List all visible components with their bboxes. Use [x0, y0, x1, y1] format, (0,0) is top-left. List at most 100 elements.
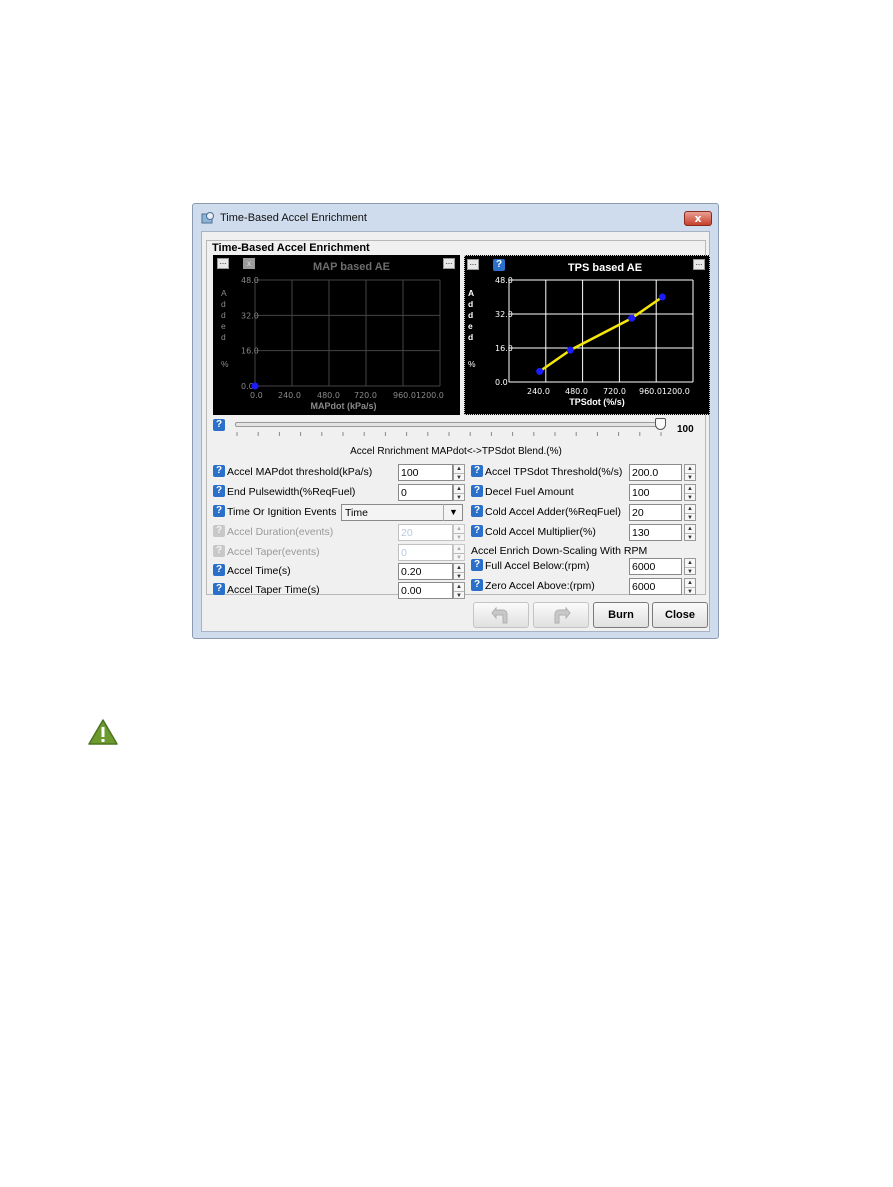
spin-up-icon[interactable]: ▲ — [685, 505, 695, 513]
spin-down-icon[interactable]: ▼ — [685, 513, 695, 521]
map-ae-plot: MAP based AE48.032.016.00.00.0 240.0 480.0… — [221, 261, 444, 411]
warning-icon — [88, 719, 118, 745]
help-icon-time-or-events[interactable]: ? — [213, 505, 225, 517]
spin-down-icon[interactable]: ▼ — [454, 493, 464, 501]
tps-ae-chart[interactable]: TPS based AE 48.0 32.0 16.0 0.0 240.0 480.0 720… — [464, 255, 710, 415]
cold-accel-adder-input[interactable]: 20 — [629, 504, 682, 521]
cold-accel-adder-spinner[interactable]: ▲ ▼ — [684, 504, 696, 521]
spin-down-icon[interactable]: ▼ — [685, 533, 695, 541]
spin-down-icon[interactable]: ▼ — [454, 572, 464, 580]
y-axis-label-letter: d — [468, 299, 473, 309]
help-icon-end-pulsewidth[interactable]: ? — [213, 485, 225, 497]
help-icon-cold-accel-multiplier[interactable]: ? — [471, 525, 483, 537]
mapdot-threshold-input[interactable]: 100 — [398, 464, 453, 481]
mapdot-threshold-spinner[interactable]: ▲ ▼ — [453, 464, 465, 481]
spin-up-icon[interactable]: ▲ — [685, 579, 695, 587]
end-pulsewidth-label: End Pulsewidth(%ReqFuel) — [227, 486, 356, 498]
end-pulsewidth-input[interactable]: 0 — [398, 484, 453, 501]
tpsdot-threshold-spinner[interactable]: ▲ ▼ — [684, 464, 696, 481]
burn-button[interactable]: Burn — [593, 602, 649, 628]
tpsdot-threshold-input[interactable]: 200.0 — [629, 464, 682, 481]
full-accel-below-label: Full Accel Below:(rpm) — [485, 560, 590, 572]
accel-time-spinner[interactable]: ▲ ▼ — [453, 563, 465, 580]
x-tick-label: 720.0 — [354, 391, 377, 400]
spin-down-icon[interactable]: ▼ — [454, 591, 464, 599]
end-pulsewidth-spinner[interactable]: ▲ ▼ — [453, 484, 465, 501]
spin-down-icon[interactable]: ▼ — [685, 473, 695, 481]
zero-accel-above-spinner[interactable]: ▲ ▼ — [684, 578, 696, 595]
help-icon-full-accel-below[interactable]: ? — [471, 559, 483, 571]
title-bar[interactable]: Time-Based Accel Enrichment x — [193, 204, 718, 231]
spin-down-icon: ▼ — [454, 553, 464, 561]
full-accel-below-input[interactable]: 6000 — [629, 558, 682, 575]
y-tick-label: 0.0 — [495, 378, 508, 387]
decel-fuel-spinner[interactable]: ▲ ▼ — [684, 484, 696, 501]
spin-up-icon[interactable]: ▲ — [454, 465, 464, 473]
help-icon-decel-fuel[interactable]: ? — [471, 485, 483, 497]
spin-up-icon: ▲ — [456, 526, 462, 532]
accel-duration-spinner: ▲ ▼ — [453, 524, 465, 541]
y-tick-label: 48.0 — [241, 276, 259, 285]
spin-up-icon[interactable]: ▲ — [454, 564, 464, 572]
help-icon-accel-time[interactable]: ? — [213, 564, 225, 576]
help-icon-zero-accel-above[interactable]: ? — [471, 579, 483, 591]
map-chart-menu-button[interactable]: ... — [217, 258, 229, 269]
blend-slider-track[interactable] — [235, 422, 660, 427]
y-tick-label: 48.0 — [495, 276, 513, 285]
spin-up-icon: ▲ — [456, 546, 462, 552]
map-chart-close-button[interactable]: x — [243, 258, 255, 269]
chart-title: TPS based AE — [568, 262, 642, 274]
spin-up-icon[interactable]: ▲ — [454, 485, 464, 493]
dropdown-arrow-icon[interactable]: ▼ — [443, 504, 463, 521]
zero-accel-above-input[interactable]: 6000 — [629, 578, 682, 595]
spin-up-icon[interactable]: ▲ — [685, 525, 695, 533]
accel-time-input[interactable]: 0.20 — [398, 563, 453, 580]
y-tick-label: 16.0 — [495, 344, 513, 353]
data-point — [566, 346, 574, 354]
tps-chart-options-button[interactable]: ... — [693, 259, 705, 270]
help-icon-mapdot-threshold[interactable]: ? — [213, 465, 225, 477]
accel-taper-time-spinner[interactable]: ▲ ▼ — [453, 582, 465, 599]
redo-icon — [554, 606, 571, 624]
close-button[interactable]: Close — [652, 602, 708, 628]
accel-duration-input: 20 — [398, 524, 453, 541]
map-chart-options-button[interactable]: ... — [443, 258, 455, 269]
spin-down-icon[interactable]: ▼ — [685, 587, 695, 595]
decel-fuel-input[interactable]: 100 — [629, 484, 682, 501]
spin-up-icon[interactable]: ▲ — [685, 559, 695, 567]
cold-accel-multiplier-spinner[interactable]: ▲ ▼ — [684, 524, 696, 541]
spin-down-icon[interactable]: ▼ — [685, 493, 695, 501]
decel-fuel-label: Decel Fuel Amount — [485, 486, 574, 498]
tps-chart-help-icon[interactable]: ? — [493, 259, 505, 271]
blend-slider-thumb[interactable] — [655, 418, 666, 430]
y-axis-label-letter: d — [221, 332, 226, 342]
blend-slider-label: Accel Rnrichment MAPdot<->TPSdot Blend.(… — [350, 446, 562, 457]
redo-button[interactable] — [533, 602, 589, 628]
window-title: Time-Based Accel Enrichment — [220, 212, 367, 224]
accel-enrichment-dialog: Time-Based Accel Enrichment x Time-Based… — [192, 203, 719, 639]
dialog-client-area: Time-Based Accel Enrichment MAP based AE… — [201, 231, 710, 632]
full-accel-below-spinner[interactable]: ▲ ▼ — [684, 558, 696, 575]
accel-taper-time-label: Accel Taper Time(s) — [227, 584, 320, 596]
data-point — [628, 314, 636, 322]
help-icon-accel-taper-time[interactable]: ? — [213, 583, 225, 595]
y-axis-label-letter: e — [221, 321, 226, 331]
tps-chart-menu-button[interactable]: ... — [467, 259, 479, 270]
blend-help-icon[interactable]: ? — [213, 419, 225, 431]
help-icon-tpsdot-threshold[interactable]: ? — [471, 465, 483, 477]
spin-down-icon[interactable]: ▼ — [685, 567, 695, 575]
map-ae-chart[interactable]: MAP based AE 48.0 32.0 16.0 0.0 0.0 240.0 480.0… — [213, 255, 460, 415]
enrichment-group: Time-Based Accel Enrichment MAP based AE… — [206, 240, 710, 599]
spin-up-icon[interactable]: ▲ — [454, 583, 464, 591]
spin-up-icon[interactable]: ▲ — [685, 465, 695, 473]
y-axis-unit: % — [221, 359, 229, 369]
cold-accel-multiplier-input[interactable]: 130 — [629, 524, 682, 541]
spin-up-icon[interactable]: ▲ — [685, 485, 695, 493]
undo-button[interactable] — [473, 602, 529, 628]
accel-taper-time-input[interactable]: 0.00 — [398, 582, 453, 599]
window-close-button[interactable]: x — [684, 211, 712, 226]
tpsdot-threshold-label: Accel TPSdot Threshold(%/s) — [485, 466, 623, 478]
y-tick-label: 32.0 — [495, 310, 513, 319]
spin-down-icon[interactable]: ▼ — [454, 473, 464, 481]
help-icon-cold-accel-adder[interactable]: ? — [471, 505, 483, 517]
